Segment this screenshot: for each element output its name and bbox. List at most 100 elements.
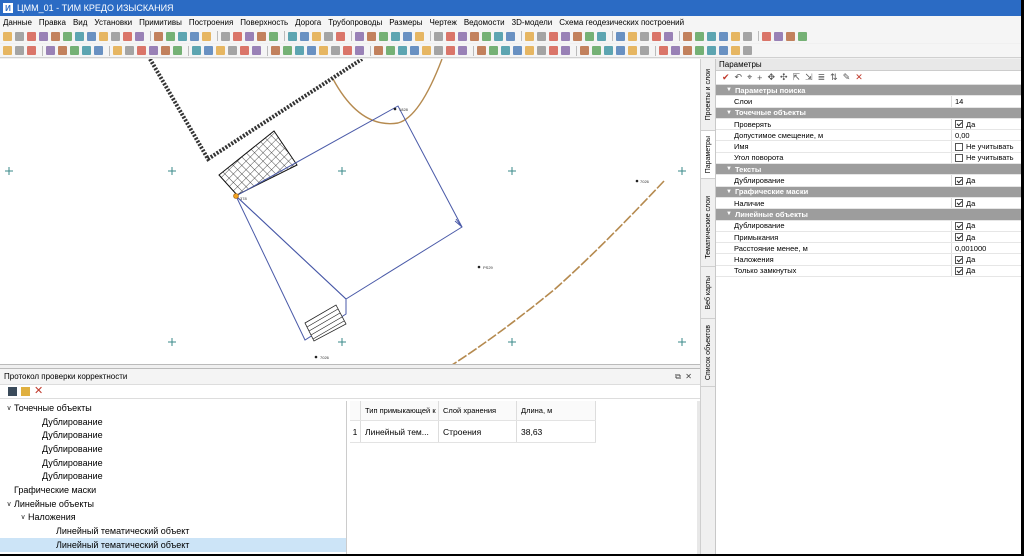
param-value[interactable]: Да [952, 120, 1021, 129]
toolbar-tool-icon[interactable] [659, 46, 668, 55]
toolbar-tool-icon[interactable] [123, 31, 132, 41]
checkbox[interactable] [955, 255, 963, 264]
side-tab[interactable]: Проекты и слои [701, 59, 715, 131]
toolbar-tool-icon[interactable] [113, 46, 122, 55]
toolbar-tool-icon[interactable] [355, 31, 364, 41]
toolbar-tool-icon[interactable] [446, 46, 455, 55]
export-icon[interactable] [21, 387, 30, 396]
toolbar-tool-icon[interactable] [192, 46, 201, 55]
grid-row[interactable]: 1 Линейный тем... Строения 38,63 [350, 421, 596, 443]
param-group-header[interactable]: ▼ Параметры поиска [716, 85, 1021, 97]
toolbar-tool-icon[interactable] [513, 46, 522, 55]
toolbar-tool-icon[interactable] [707, 46, 716, 55]
toolbar-tool-icon[interactable] [434, 46, 443, 55]
param-value[interactable]: Да [952, 176, 1021, 185]
param-group-header[interactable]: ▼ Графические маски [716, 186, 1021, 198]
side-tab[interactable]: Параметры [701, 131, 715, 179]
menu-item[interactable]: Вид [73, 18, 87, 27]
param-value[interactable]: 0,00 [952, 131, 1021, 140]
toolbar-tool-icon[interactable] [683, 31, 692, 41]
menu-item[interactable]: Размеры [389, 18, 422, 27]
menu-item[interactable]: Трубопроводы [328, 18, 382, 27]
side-tab[interactable]: Тематические слои [701, 189, 715, 267]
menu-item[interactable]: Схема геодезических построений [559, 18, 684, 27]
expand-icon[interactable]: ∨ [18, 513, 28, 521]
toolbar-tool-icon[interactable] [640, 46, 649, 55]
toolbar-tool-icon[interactable] [336, 31, 345, 41]
param-value[interactable]: Не учитывать [952, 142, 1021, 151]
tree-node[interactable]: ∨ Наложения [0, 511, 346, 525]
checkbox[interactable] [955, 233, 963, 241]
toolbar-tool-icon[interactable] [774, 31, 783, 41]
menu-item[interactable]: Данные [3, 18, 32, 27]
toolbar-tool-icon[interactable] [494, 31, 503, 41]
checkbox[interactable] [955, 153, 963, 162]
toolbar-tool-icon[interactable] [27, 46, 36, 55]
param-value[interactable]: Да [952, 199, 1021, 208]
toolbar-tool-icon[interactable] [343, 46, 352, 55]
toolbar-tool-icon[interactable] [178, 31, 187, 41]
param-value[interactable]: Да [952, 233, 1021, 242]
toolbar-tool-icon[interactable] [367, 31, 376, 41]
toolbar-tool-icon[interactable] [46, 46, 55, 55]
toolbar-tool-icon[interactable] [604, 46, 613, 55]
toolbar-tool-icon[interactable] [561, 31, 570, 41]
drawing-canvas[interactable]: 1828 378 7026 PS29 7026 [0, 59, 700, 365]
toolbar-tool-icon[interactable] [798, 31, 807, 41]
param-value[interactable]: Да [952, 221, 1021, 230]
menu-item[interactable]: Примитивы [139, 18, 182, 27]
toolbar-tool-icon[interactable] [324, 31, 333, 41]
toolbar-tool-icon[interactable] [58, 46, 67, 55]
delete-icon[interactable]: ✕ [34, 386, 43, 397]
toolbar-tool-icon[interactable] [415, 31, 424, 41]
collapse-icon[interactable]: ▼ [726, 87, 732, 93]
toolbar-tool-icon[interactable] [331, 46, 340, 55]
toolbar-tool-icon[interactable] [731, 46, 740, 55]
side-tab[interactable]: Список объектов [701, 319, 715, 387]
toolbar-tool-icon[interactable] [580, 46, 589, 55]
toolbar-tool-icon[interactable] [743, 46, 752, 55]
tree-node[interactable]: Линейный тематический объект [0, 537, 346, 552]
toolbar-tool-icon[interactable] [410, 46, 419, 55]
toolbar-tool-icon[interactable] [671, 46, 680, 55]
tree-node[interactable]: Дублирование [0, 456, 346, 470]
split-icon[interactable]: ⇅ [830, 72, 838, 83]
checkbox[interactable] [955, 120, 963, 129]
toolbar-tool-icon[interactable] [149, 46, 158, 55]
move-icon[interactable]: ✥ [767, 72, 775, 83]
param-group-header[interactable]: ▼ Точечные объекты [716, 107, 1021, 119]
toolbar-tool-icon[interactable] [379, 31, 388, 41]
toolbar-tool-icon[interactable] [252, 46, 261, 55]
plus-icon[interactable]: + [757, 73, 762, 83]
tree-node[interactable]: Дублирование [0, 469, 346, 483]
toolbar-tool-icon[interactable] [111, 31, 120, 41]
param-value[interactable]: Да [952, 266, 1021, 275]
tree-node[interactable]: Дублирование [0, 442, 346, 456]
toolbar-tool-icon[interactable] [75, 31, 84, 41]
toolbar-tool-icon[interactable] [300, 31, 309, 41]
checkbox[interactable] [955, 142, 963, 151]
tree-node[interactable]: Линейный тематический объект [0, 524, 346, 538]
param-value[interactable]: 0,001000 [952, 244, 1021, 253]
toolbar-tool-icon[interactable] [319, 46, 328, 55]
toolbar-tool-icon[interactable] [202, 31, 211, 41]
toolbar-tool-icon[interactable] [269, 31, 278, 41]
toolbar-tool-icon[interactable] [628, 31, 637, 41]
toolbar-tool-icon[interactable] [695, 31, 704, 41]
toolbar-tool-icon[interactable] [87, 31, 96, 41]
checkbox[interactable] [955, 266, 963, 275]
toolbar-tool-icon[interactable] [477, 46, 486, 55]
undo-icon[interactable]: ↶ [735, 72, 743, 83]
toolbar-tool-icon[interactable] [312, 31, 321, 41]
toolbar-tool-icon[interactable] [597, 31, 606, 41]
toolbar-tool-icon[interactable] [137, 46, 146, 55]
toolbar-tool-icon[interactable] [125, 46, 134, 55]
param-value[interactable]: 14 [952, 97, 1021, 106]
toolbar-tool-icon[interactable] [506, 31, 515, 41]
toolbar-tool-icon[interactable] [664, 31, 673, 41]
expand-icon[interactable]: ∨ [4, 404, 14, 412]
toolbar-tool-icon[interactable] [3, 46, 12, 55]
align-icon[interactable]: ≣ [818, 72, 826, 83]
toolbar-tool-icon[interactable] [683, 46, 692, 55]
collapse-icon[interactable]: ▼ [726, 211, 732, 217]
